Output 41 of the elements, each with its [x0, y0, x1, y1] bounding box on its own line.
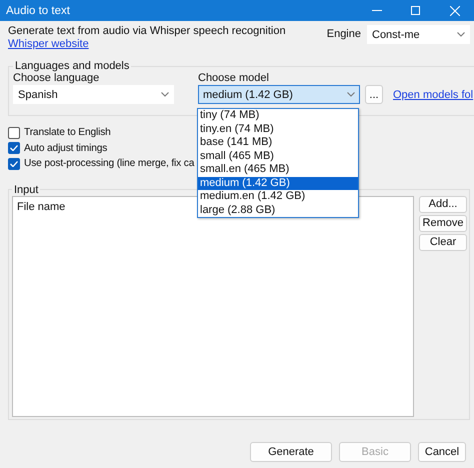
maximize-icon[interactable]: [411, 6, 420, 15]
window-title: Audio to text: [6, 4, 71, 16]
chevron-down-icon: [347, 92, 355, 97]
language-label: Choose language: [13, 72, 100, 84]
list-button[interactable]: Remove: [419, 214, 467, 232]
list-button[interactable]: Clear: [419, 234, 467, 250]
model-option[interactable]: large (2.88 GB): [198, 204, 358, 217]
minimize-icon[interactable]: [372, 10, 382, 11]
option-label: Auto adjust timings: [24, 142, 108, 154]
website-link[interactable]: Whisper website: [8, 38, 286, 50]
model-option[interactable]: small (465 MB): [198, 150, 358, 163]
list-button[interactable]: Add...: [419, 196, 467, 212]
checkbox[interactable]: [8, 158, 20, 170]
browse-button[interactable]: ...: [365, 85, 383, 104]
description-text: Generate text from audio via Whisper speech recognition: [8, 25, 286, 37]
footer-button[interactable]: Generate: [250, 442, 332, 462]
footer-button[interactable]: Cancel: [418, 442, 466, 462]
chevron-down-icon: [161, 92, 169, 97]
option-label: Translate to English: [24, 127, 111, 138]
group-title: Input: [13, 184, 40, 196]
model-label: Choose model: [198, 72, 270, 84]
group-title: Languages and models: [14, 60, 130, 72]
engine-label: Engine: [326, 28, 361, 40]
option-label: Use post-processing (line merge, fix ca: [24, 158, 194, 170]
model-option[interactable]: base (141 MB): [198, 136, 358, 150]
engine-dropdown[interactable]: Const-me: [367, 25, 470, 44]
checkbox[interactable]: [8, 142, 20, 154]
model-option[interactable]: medium.en (1.42 GB): [198, 190, 358, 204]
language-dropdown[interactable]: Spanish: [13, 85, 174, 104]
column-header[interactable]: File name: [17, 200, 66, 212]
checkmark-icon: [10, 145, 18, 152]
model-option[interactable]: medium (1.42 GB): [198, 176, 358, 190]
chevron-down-icon: [457, 32, 465, 37]
checkbox[interactable]: [8, 126, 20, 139]
open-models-folder-link[interactable]: Open models fol: [393, 89, 474, 101]
close-icon[interactable]: [450, 6, 460, 16]
model-dropdown[interactable]: medium (1.42 GB): [198, 85, 360, 104]
model-option[interactable]: tiny (74 MB): [198, 109, 358, 122]
model-option[interactable]: small.en (465 MB): [198, 163, 358, 176]
checkmark-icon: [10, 160, 18, 167]
model-option[interactable]: tiny.en (74 MB): [198, 122, 358, 136]
